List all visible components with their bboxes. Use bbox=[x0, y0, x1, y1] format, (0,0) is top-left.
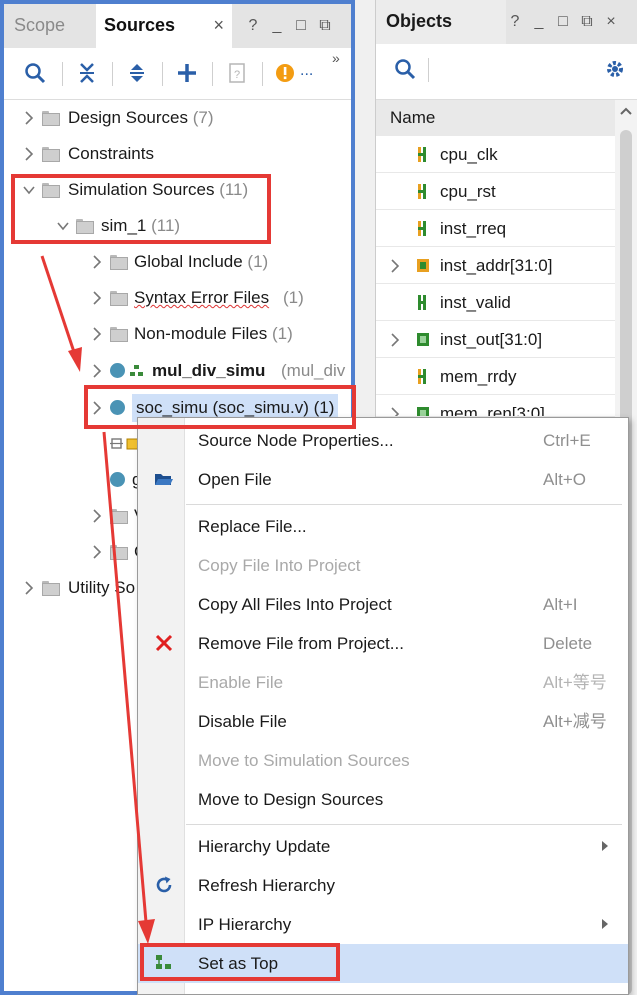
annotation-arrow-1 bbox=[40, 255, 76, 353]
annotation-arrow-2 bbox=[102, 431, 148, 923]
annotation-arrows bbox=[40, 255, 155, 944]
